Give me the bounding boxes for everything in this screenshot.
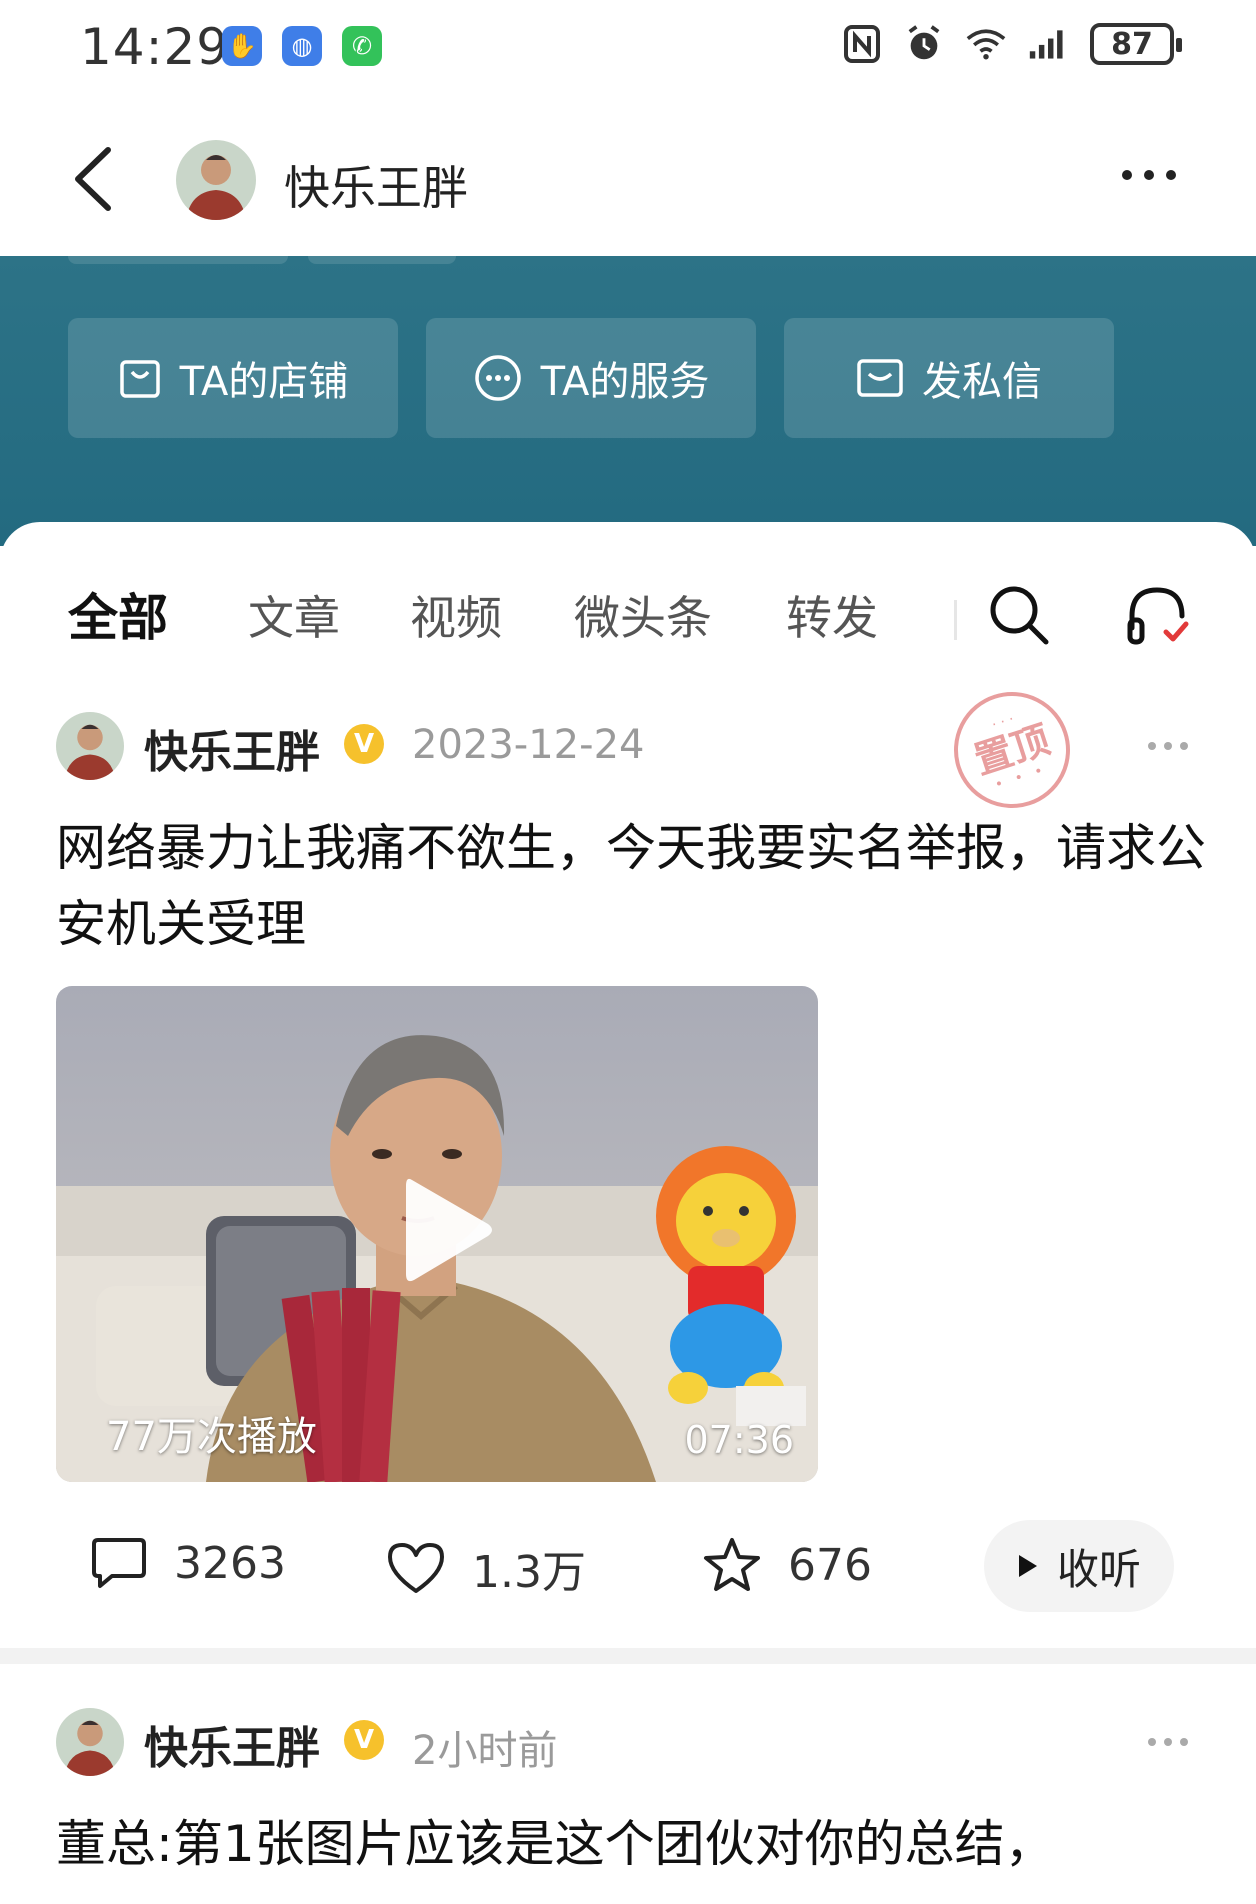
status-bar: 14:29 ✋ ◍ ✆ 87 bbox=[0, 0, 1256, 100]
battery-icon: 87 bbox=[1090, 23, 1182, 65]
like-button[interactable]: 1.3万 bbox=[386, 1536, 586, 1600]
post-title[interactable]: 网络暴力让我痛不欲生，今天我要实名举报，请求公安机关受理 bbox=[56, 810, 1206, 962]
service-icon bbox=[474, 355, 521, 401]
avatar[interactable] bbox=[176, 140, 256, 220]
service-button[interactable]: TA的服务 bbox=[426, 318, 756, 438]
post-avatar[interactable] bbox=[56, 712, 124, 780]
back-icon[interactable] bbox=[66, 144, 126, 214]
wifi-icon bbox=[966, 22, 1006, 66]
post-author[interactable]: 快乐王胖 bbox=[144, 1712, 320, 1776]
tab-divider bbox=[954, 600, 957, 640]
favorite-count: 676 bbox=[788, 1539, 872, 1591]
phone-app-icon: ✆ bbox=[342, 26, 382, 66]
post-author[interactable]: 快乐王胖 bbox=[144, 716, 320, 780]
video-thumbnail[interactable]: 77万次播放 07:36 bbox=[56, 986, 818, 1482]
tab-all[interactable]: 全部 bbox=[68, 578, 168, 650]
banner-hidden-chip bbox=[68, 256, 288, 264]
tab-reposts[interactable]: 转发 bbox=[786, 582, 878, 648]
favorite-button[interactable]: 676 bbox=[702, 1536, 872, 1594]
post-actions: 3263 1.3万 676 收听 bbox=[0, 1514, 1256, 1614]
tab-micro-posts[interactable]: 微头条 bbox=[574, 582, 712, 648]
profile-name: 快乐王胖 bbox=[284, 161, 468, 215]
mail-icon bbox=[857, 359, 903, 397]
shop-button[interactable]: TA的店铺 bbox=[68, 318, 398, 438]
message-button-label: 发私信 bbox=[922, 359, 1042, 405]
verified-badge-icon: V bbox=[344, 724, 384, 764]
star-icon bbox=[704, 1538, 760, 1591]
video-view-count: 77万次播放 bbox=[106, 1414, 317, 1460]
comment-icon bbox=[92, 1538, 146, 1588]
banner-hidden-chip bbox=[308, 256, 456, 264]
post-title[interactable]: 董总:第1张图片应该是这个团伙对你的总结， bbox=[56, 1806, 1206, 1882]
shop-bag-icon bbox=[119, 360, 160, 398]
post-more-icon[interactable] bbox=[1148, 742, 1192, 752]
comment-button[interactable]: 3263 bbox=[90, 1536, 286, 1590]
video-duration: 07:36 bbox=[684, 1418, 794, 1462]
like-count: 1.3万 bbox=[472, 1547, 586, 1598]
tab-articles[interactable]: 文章 bbox=[248, 582, 340, 648]
browser-app-icon: ◍ bbox=[282, 26, 322, 66]
profile-header: 快乐王胖 bbox=[0, 100, 1256, 256]
post-date: 2023-12-24 bbox=[412, 722, 645, 768]
profile-banner: TA的店铺 TA的服务 发私信 bbox=[0, 256, 1256, 546]
tab-videos[interactable]: 视频 bbox=[410, 582, 502, 648]
status-icons: 87 bbox=[842, 22, 1182, 66]
service-button-label: TA的服务 bbox=[540, 359, 710, 405]
nfc-icon bbox=[842, 22, 882, 66]
heart-icon bbox=[388, 1543, 444, 1593]
alarm-icon bbox=[904, 22, 944, 66]
play-icon[interactable] bbox=[396, 1172, 496, 1288]
message-button[interactable]: 发私信 bbox=[784, 318, 1114, 438]
listen-button[interactable]: 收听 bbox=[984, 1520, 1174, 1612]
post-date: 2小时前 bbox=[412, 1728, 558, 1774]
content-tabs: 全部 文章 视频 微头条 转发 bbox=[0, 576, 1256, 656]
verified-badge-icon: V bbox=[344, 1720, 384, 1760]
signal-icon bbox=[1028, 22, 1068, 66]
post-separator bbox=[0, 1648, 1256, 1664]
post-more-icon[interactable] bbox=[1148, 1738, 1192, 1748]
more-options-icon[interactable] bbox=[1122, 160, 1192, 190]
listen-label: 收听 bbox=[1056, 1544, 1141, 1594]
search-icon[interactable] bbox=[988, 584, 1050, 646]
status-time: 14:29 bbox=[80, 18, 230, 76]
gesture-app-icon: ✋ bbox=[222, 26, 262, 66]
play-small-icon bbox=[1018, 1555, 1037, 1577]
comment-count: 3263 bbox=[174, 1537, 286, 1589]
headphones-icon[interactable] bbox=[1124, 582, 1190, 648]
shop-button-label: TA的店铺 bbox=[179, 359, 349, 405]
post-avatar[interactable] bbox=[56, 1708, 124, 1776]
